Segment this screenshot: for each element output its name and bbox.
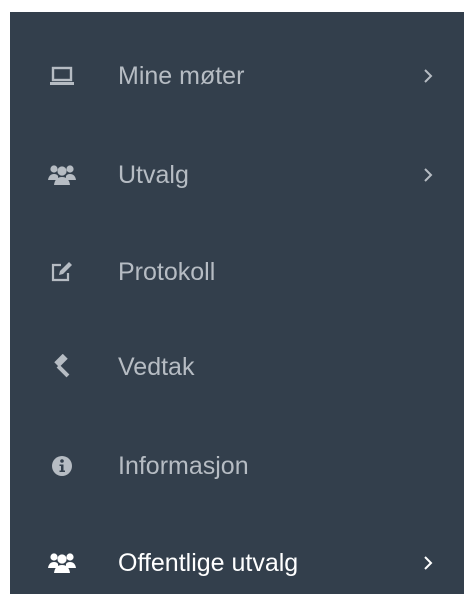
info-icon	[48, 452, 76, 480]
menu-item-mine-moter[interactable]: Mine møter	[10, 46, 464, 106]
users-icon	[48, 549, 76, 577]
users-icon	[48, 161, 76, 189]
menu-item-label: Utvalg	[118, 160, 189, 189]
menu-item-offentlige-utvalg[interactable]: Offentlige utvalg	[10, 533, 464, 593]
menu-item-informasjon[interactable]: Informasjon	[10, 436, 464, 496]
menu-item-label: Mine møter	[118, 61, 245, 90]
chevron-right-icon	[420, 64, 436, 88]
chevron-right-icon	[420, 551, 436, 575]
menu-item-label: Offentlige utvalg	[118, 548, 299, 577]
menu-item-label: Informasjon	[118, 451, 249, 480]
menu-item-protokoll[interactable]: Protokoll	[10, 242, 464, 302]
gavel-icon	[48, 353, 76, 381]
chevron-right-icon	[420, 163, 436, 187]
menu-item-label: Vedtak	[118, 352, 195, 381]
laptop-icon	[48, 62, 76, 90]
edit-icon	[48, 258, 76, 286]
sidebar-menu: Mine møter Utvalg Protokoll Vedtak Infor…	[10, 12, 464, 594]
menu-item-utvalg[interactable]: Utvalg	[10, 145, 464, 205]
menu-item-vedtak[interactable]: Vedtak	[10, 337, 464, 397]
menu-item-label: Protokoll	[118, 257, 216, 286]
